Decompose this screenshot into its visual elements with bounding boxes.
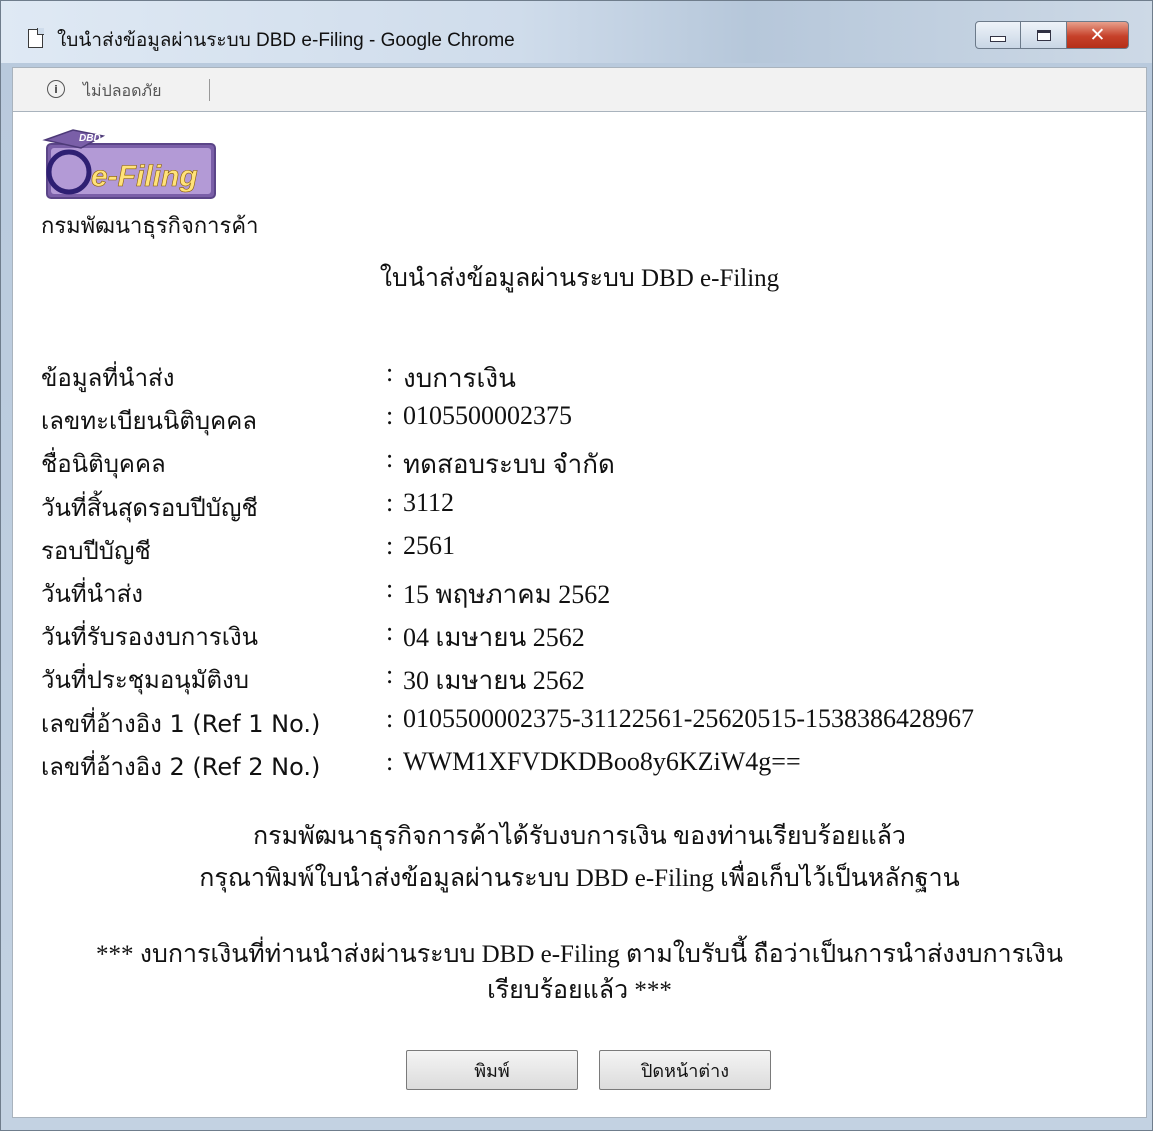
field-row: เลขที่อ้างอิง 1 (Ref 1 No.):010550000237…	[41, 704, 1121, 744]
close-window-button[interactable]: ✕	[1067, 21, 1129, 49]
browser-window: ใบนำส่งข้อมูลผ่านระบบ DBD e-Filing - Goo…	[0, 0, 1153, 1131]
logo-top-text: DBD	[79, 133, 101, 144]
field-separator: :	[386, 487, 394, 517]
field-value: งบการเงิน	[403, 364, 516, 393]
field-separator: :	[386, 660, 394, 690]
field-row: ชื่อนิติบุคคล: ทดสอบระบบ จำกัด	[41, 444, 1121, 484]
field-separator: :	[386, 444, 394, 474]
field-value: 30 เมษายน 2562	[403, 666, 585, 696]
confirmation-line-1: กรมพัฒนาธุรกิจการค้าได้รับงบการเงิน ของท…	[253, 823, 906, 850]
field-value: 04 เมษายน 2562	[403, 623, 585, 653]
security-status[interactable]: ไม่ปลอดภัย	[83, 79, 161, 104]
print-button[interactable]: พิมพ์	[406, 1050, 578, 1090]
field-row: วันที่รับรองงบการเงิน:04 เมษายน 2562	[41, 617, 1121, 657]
field-separator: :	[386, 703, 394, 733]
field-value: 15 พฤษภาคม 2562	[403, 580, 611, 609]
field-separator: :	[386, 746, 394, 776]
field-label: ข้อมูลที่นำส่ง	[41, 364, 175, 392]
title-bar: ใบนำส่งข้อมูลผ่านระบบ DBD e-Filing - Goo…	[1, 1, 1152, 63]
logo-main-text: e-Filing	[91, 160, 198, 193]
field-separator: :	[386, 530, 394, 560]
field-value: ทดสอบระบบ จำกัด	[403, 450, 615, 480]
address-divider	[209, 79, 210, 101]
close-page-button[interactable]: ปิดหน้าต่าง	[599, 1050, 771, 1090]
info-icon[interactable]: i	[47, 80, 65, 98]
notice-line-1: *** งบการเงินที่ท่านนำส่งผ่านระบบ DBD e-…	[96, 941, 1063, 968]
field-label: ชื่อนิติบุคคล	[41, 450, 166, 479]
field-label: เลขที่อ้างอิง 1 (Ref 1 No.)	[41, 709, 321, 738]
page-content: DBD e-Filing กรมพัฒนาธุรกิจการค้า ใบนำส่…	[12, 112, 1147, 1118]
department-name: กรมพัฒนาธุรกิจการค้า	[41, 214, 259, 239]
window-title: ใบนำส่งข้อมูลผ่านระบบ DBD e-Filing - Goo…	[57, 30, 515, 51]
field-separator: :	[386, 574, 394, 603]
minimize-button[interactable]	[975, 21, 1021, 49]
address-bar[interactable]: i ไม่ปลอดภัย	[12, 67, 1147, 112]
maximize-button[interactable]	[1021, 21, 1067, 49]
page-icon	[28, 28, 44, 48]
field-label: รอบปีบัญชี	[41, 536, 151, 565]
field-value: 3112	[403, 487, 455, 517]
notice-line-2: เรียบร้อยแล้ว ***	[487, 977, 672, 1004]
field-separator: :	[386, 617, 394, 647]
close-icon: ✕	[1089, 23, 1106, 46]
dbd-efiling-logo: DBD e-Filing	[42, 129, 216, 199]
field-row: วันที่ประชุมอนุมัติงบ:30 เมษายน 2562	[41, 660, 1121, 700]
field-value: WWM1XFVDKDBoo8y6KZiW4g==	[403, 746, 801, 776]
field-value: 0105500002375-31122561-25620515-15383864…	[403, 703, 975, 733]
field-label: วันที่นำส่ง	[41, 580, 143, 608]
field-value: 2561	[403, 530, 455, 560]
field-label: วันที่สิ้นสุดรอบปีบัญชี	[41, 493, 258, 522]
field-value: 0105500002375	[403, 401, 572, 431]
field-label: วันที่ประชุมอนุมัติงบ	[41, 666, 250, 695]
field-label: เลขทะเบียนนิติบุคคล	[41, 407, 257, 436]
field-row: เลขที่อ้างอิง 2 (Ref 2 No.): WWM1XFVDKDBo…	[41, 747, 1121, 787]
field-row: ข้อมูลที่นำส่ง: งบการเงิน	[41, 358, 1121, 398]
field-row: รอบปีบัญชี:2561	[41, 531, 1121, 571]
field-row: วันที่สิ้นสุดรอบปีบัญชี:3112	[41, 488, 1121, 528]
field-row: วันที่นำส่ง:15 พฤษภาคม 2562	[41, 574, 1121, 614]
maximize-icon	[1036, 29, 1051, 41]
confirmation-line-2: กรุณาพิมพ์ใบนำส่งข้อมูลผ่านระบบ DBD e-Fi…	[199, 865, 960, 892]
field-separator: :	[386, 358, 394, 387]
minimize-icon	[990, 36, 1006, 42]
document-title: ใบนำส่งข้อมูลผ่านระบบ DBD e-Filing	[379, 265, 780, 292]
field-row: เลขทะเบียนนิติบุคคล:0105500002375	[41, 401, 1121, 441]
field-label: วันที่รับรองงบการเงิน	[41, 623, 259, 652]
field-separator: :	[386, 401, 394, 431]
field-label: เลขที่อ้างอิง 2 (Ref 2 No.)	[41, 752, 321, 781]
